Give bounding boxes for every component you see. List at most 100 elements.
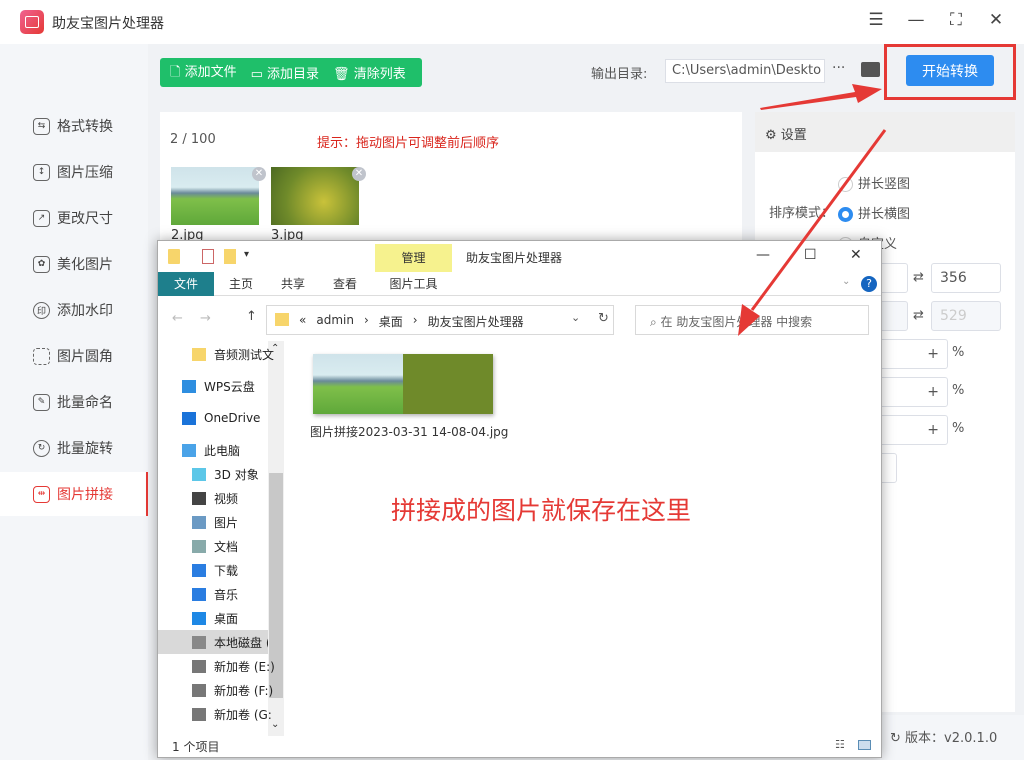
tab-home[interactable]: 主页 [220,272,262,296]
highlight-box [884,44,1016,100]
minimize-button[interactable]: — [904,10,928,30]
help-icon[interactable]: ? [861,276,877,292]
remove-image-icon[interactable]: ✕ [252,167,266,181]
nav-item-label: 新加卷 (F:) [214,682,273,699]
sidebar-item-round-corner[interactable]: 图片圆角 [0,334,148,378]
tab-picture-tools[interactable]: 图片工具 [375,272,452,296]
nav-item[interactable]: OneDrive [182,406,292,430]
explorer-minimize-button[interactable]: — [756,247,770,263]
maximize-button[interactable]: ⛶ [944,10,968,30]
swap-icon[interactable]: ⇄ [913,270,924,285]
new-folder-icon[interactable] [224,249,236,264]
breadcrumb-overflow[interactable]: « [299,313,306,327]
breadcrumb-item[interactable]: admin [316,313,354,327]
sidebar-item-compress[interactable]: ↕图片压缩 [0,150,148,194]
sidebar-item-label: 图片圆角 [57,346,113,366]
explorer-maximize-button[interactable]: ☐ [804,247,817,263]
nav-item-icon [192,660,206,673]
address-bar[interactable]: « admin› 桌面› 助友宝图片处理器 [266,305,614,335]
sidebar-item-rename[interactable]: ✎批量命名 [0,380,148,424]
radio-icon [838,207,853,222]
tab-share[interactable]: 共享 [272,272,314,296]
explorer-close-button[interactable]: ✕ [850,247,862,263]
nav-item[interactable]: 音频测试文 [192,342,302,366]
nav-item[interactable]: 文档 [192,534,302,558]
tab-file[interactable]: 文件 [158,272,214,296]
radio-vertical[interactable]: 拼长竖图 [838,173,910,192]
nav-item[interactable]: WPS云盘 [182,374,292,398]
search-placeholder: 在 助友宝图片处理器 中搜索 [661,315,813,329]
nav-item-label: 桌面 [214,610,238,627]
nav-item-icon [192,708,206,721]
sidebar-item-resize[interactable]: ↗更改尺寸 [0,196,148,240]
nav-item-label: 音频测试文 [214,346,274,363]
image-thumbnail[interactable] [271,167,359,225]
quick-access-dropdown-icon[interactable]: ▾ [244,249,249,260]
nav-item[interactable]: 此电脑 [182,438,292,462]
address-dropdown-icon[interactable]: ⌄ [571,311,580,324]
nav-item[interactable]: 桌面 [192,606,302,630]
nav-item[interactable]: 音乐 [192,582,302,606]
nav-item-icon [192,468,206,481]
nav-item-label: 文档 [214,538,238,555]
nav-item[interactable]: 3D 对象 [192,462,302,486]
sidebar-item-watermark[interactable]: 印添加水印 [0,288,148,332]
nav-item[interactable]: 下载 [192,558,302,582]
sidebar-item-stitch[interactable]: ⇹图片拼接 [0,472,148,516]
nav-item-label: 新加卷 (G: [214,706,272,723]
nav-item-label: 下载 [214,562,238,579]
round-corner-icon [33,348,50,365]
menu-icon[interactable]: ☰ [864,10,888,30]
app-logo-icon [20,10,44,34]
sidebar-item-beautify[interactable]: ✿美化图片 [0,242,148,286]
refresh-icon[interactable]: ↻ [890,731,901,746]
sidebar-item-format[interactable]: ⇆格式转换 [0,104,148,148]
percent-unit: % [952,383,964,398]
browse-more-button[interactable]: ··· [832,60,845,76]
nav-item[interactable]: 新加卷 (F:) [192,678,302,702]
add-file-button[interactable]: 🗋 添加文件 [170,61,237,85]
nav-item-label: 视频 [214,490,238,507]
search-input[interactable]: ⌕ 在 助友宝图片处理器 中搜索 [635,305,869,335]
details-view-icon[interactable]: ☷ [835,738,845,751]
refresh-button[interactable]: ↻ [598,311,609,326]
tab-view[interactable]: 查看 [324,272,366,296]
forward-button[interactable]: → [200,311,211,326]
footer: ↻ 版本：v2.0.1.0 [880,715,1024,760]
nav-item-label: 新加卷 (E:) [214,658,275,675]
percent-unit: % [952,345,964,360]
nav-item[interactable]: 新加卷 (E:) [192,654,302,678]
nav-item-icon [192,516,206,529]
nav-item-label: 本地磁盘 ( [214,634,268,651]
ribbon-expand-icon[interactable]: ⌄ [842,276,850,287]
nav-item[interactable]: 新加卷 (G: [192,702,302,726]
stitched-image-filename[interactable]: 图片拼接2023-03-31 14-08-04.jpg [310,423,508,440]
clear-list-label: 清除列表 [354,67,406,82]
radio-horizontal[interactable]: 拼长横图 [838,203,910,222]
stitched-image-thumbnail[interactable] [313,354,493,414]
sidebar-item-label: 更改尺寸 [57,208,113,228]
open-folder-icon[interactable] [861,62,880,77]
height-input-disabled: 529 [931,301,1001,331]
nav-item[interactable]: 本地磁盘 ( [158,630,268,654]
nav-item-label: WPS云盘 [204,378,255,395]
output-dir-input[interactable]: C:\Users\admin\Deskto [665,59,825,83]
breadcrumb-item[interactable]: 助友宝图片处理器 [428,313,524,327]
properties-icon[interactable] [202,249,214,264]
nav-item[interactable]: 图片 [192,510,302,534]
remove-image-icon[interactable]: ✕ [352,167,366,181]
height-input[interactable]: 356 [931,263,1001,293]
back-button[interactable]: ← [172,311,183,326]
clear-list-button[interactable]: 🗑 清除列表 [333,63,406,82]
breadcrumb-item[interactable]: 桌面 [379,313,403,327]
sidebar-item-rotate[interactable]: ↻批量旋转 [0,426,148,470]
nav-item[interactable]: 视频 [192,486,302,510]
add-folder-button[interactable]: ▭ 添加目录 [251,63,319,82]
manage-tab[interactable]: 管理 [375,244,452,272]
up-button[interactable]: ↑ [246,309,257,324]
rotate-icon: ↻ [33,440,50,457]
close-button[interactable]: ✕ [984,10,1008,30]
large-icons-view-icon[interactable] [858,740,871,750]
swap-icon[interactable]: ⇄ [913,308,924,323]
image-thumbnail[interactable] [171,167,259,225]
